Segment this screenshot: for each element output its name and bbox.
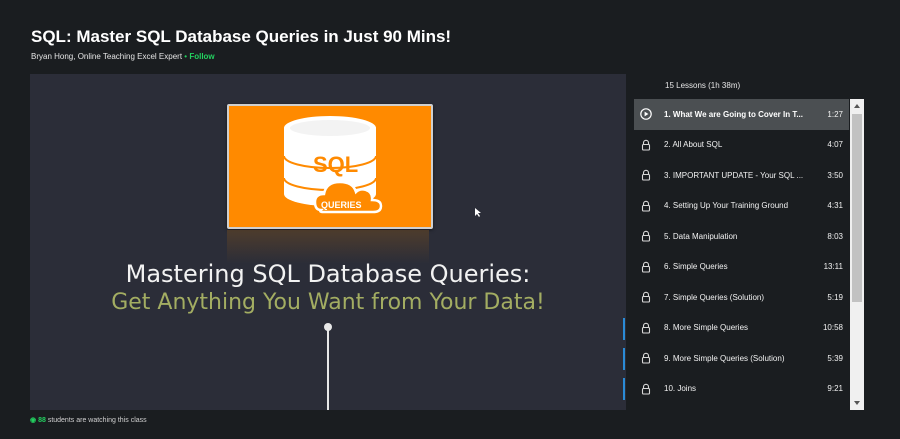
lesson-list: 1. What We are Going to Cover In T... 1:… xyxy=(634,99,849,410)
lesson-duration: 10:58 xyxy=(822,323,843,333)
scroll-up-icon[interactable] xyxy=(853,102,861,110)
lesson-duration: 4:07 xyxy=(827,140,843,150)
lesson-duration: 5:39 xyxy=(827,353,843,363)
lesson-item[interactable]: 9. More Simple Queries (Solution) 5:39 xyxy=(634,343,849,374)
lesson-title: 4. Setting Up Your Training Ground xyxy=(664,201,789,211)
slide-title: Mastering SQL Database Queries: xyxy=(125,260,531,288)
lesson-duration: 9:21 xyxy=(827,384,843,394)
lesson-title: 1. What We are Going to Cover In T... xyxy=(664,109,803,119)
play-icon xyxy=(640,108,652,121)
watching-indicator: ◉ 88 students are watching this class xyxy=(30,416,147,424)
lesson-marker xyxy=(623,348,625,370)
scrollbar-thumb[interactable] xyxy=(852,114,862,302)
lesson-title: 6. Simple Queries xyxy=(664,262,728,272)
lock-icon xyxy=(641,353,651,364)
lock-icon xyxy=(641,292,651,303)
lesson-item[interactable]: 7. Simple Queries (Solution) 5:19 xyxy=(634,282,849,313)
scroll-down-icon[interactable] xyxy=(853,399,861,407)
lesson-duration: 5:19 xyxy=(827,292,843,302)
lesson-item[interactable]: 8. More Simple Queries 10:58 xyxy=(634,313,849,344)
lesson-marker xyxy=(623,318,625,340)
lesson-item[interactable]: 6. Simple Queries 13:11 xyxy=(634,252,849,283)
lock-icon xyxy=(641,139,651,151)
lesson-title: 5. Data Manipulation xyxy=(664,231,738,241)
lesson-item[interactable]: 4. Setting Up Your Training Ground 4:31 xyxy=(634,191,849,222)
lesson-duration: 3:50 xyxy=(827,170,843,180)
lock-icon xyxy=(641,170,651,181)
watching-count: 88 xyxy=(38,417,46,424)
lesson-duration: 4:31 xyxy=(827,201,843,211)
video-player[interactable]: SQL QUERIES Mastering SQL Database Queri… xyxy=(30,74,626,410)
lesson-duration: 8:03 xyxy=(827,231,843,241)
lesson-duration: 13:11 xyxy=(823,262,843,272)
lesson-duration: 1:27 xyxy=(827,109,843,119)
database-icon: SQL QUERIES xyxy=(283,116,383,214)
lesson-item[interactable]: 5. Data Manipulation 8:03 xyxy=(634,221,849,252)
queries-card-label: QUERIES xyxy=(321,200,362,210)
meta-separator: • xyxy=(184,52,188,61)
eye-icon: ◉ xyxy=(30,417,37,424)
lock-icon xyxy=(641,261,651,273)
sql-logo-card: SQL QUERIES xyxy=(227,104,433,229)
lock-icon xyxy=(641,231,651,242)
lesson-title: 9. More Simple Queries (Solution) xyxy=(664,353,785,363)
lessons-summary: 15 Lessons (1h 38m) xyxy=(665,81,741,90)
lesson-title: 8. More Simple Queries xyxy=(664,323,749,333)
lesson-title: 3. IMPORTANT UPDATE - Your SQL ... xyxy=(664,170,804,180)
lesson-item[interactable]: 10. Joins 9:21 xyxy=(634,374,849,405)
lesson-title: 10. Joins xyxy=(664,384,697,394)
follow-button[interactable]: Follow xyxy=(189,52,214,61)
slide-subtitle: Get Anything You Want from Your Data! xyxy=(111,290,545,315)
course-title: SQL: Master SQL Database Queries in Just… xyxy=(31,27,452,46)
lesson-title: 7. Simple Queries (Solution) xyxy=(664,292,765,302)
timeline-line xyxy=(327,327,329,410)
mouse-cursor-icon xyxy=(475,208,481,217)
author-name[interactable]: Bryan Hong, Online Teaching Excel Expert xyxy=(31,52,182,61)
lock-icon xyxy=(641,200,651,212)
lesson-item[interactable]: 3. IMPORTANT UPDATE - Your SQL ... 3:50 xyxy=(634,160,849,191)
lesson-marker xyxy=(623,378,625,400)
card-reflection xyxy=(227,230,429,264)
sql-card-label: SQL xyxy=(313,152,358,177)
lock-icon xyxy=(641,322,651,334)
lock-icon xyxy=(641,383,651,395)
lesson-item[interactable]: 1. What We are Going to Cover In T... 1:… xyxy=(634,99,849,130)
lesson-title: 2. All About SQL xyxy=(664,140,723,150)
lesson-scrollbar[interactable] xyxy=(850,99,864,410)
watching-text: students are watching this class xyxy=(47,417,147,424)
lesson-item[interactable]: 2. All About SQL 4:07 xyxy=(634,130,849,161)
course-meta: Bryan Hong, Online Teaching Excel Expert… xyxy=(31,52,215,61)
